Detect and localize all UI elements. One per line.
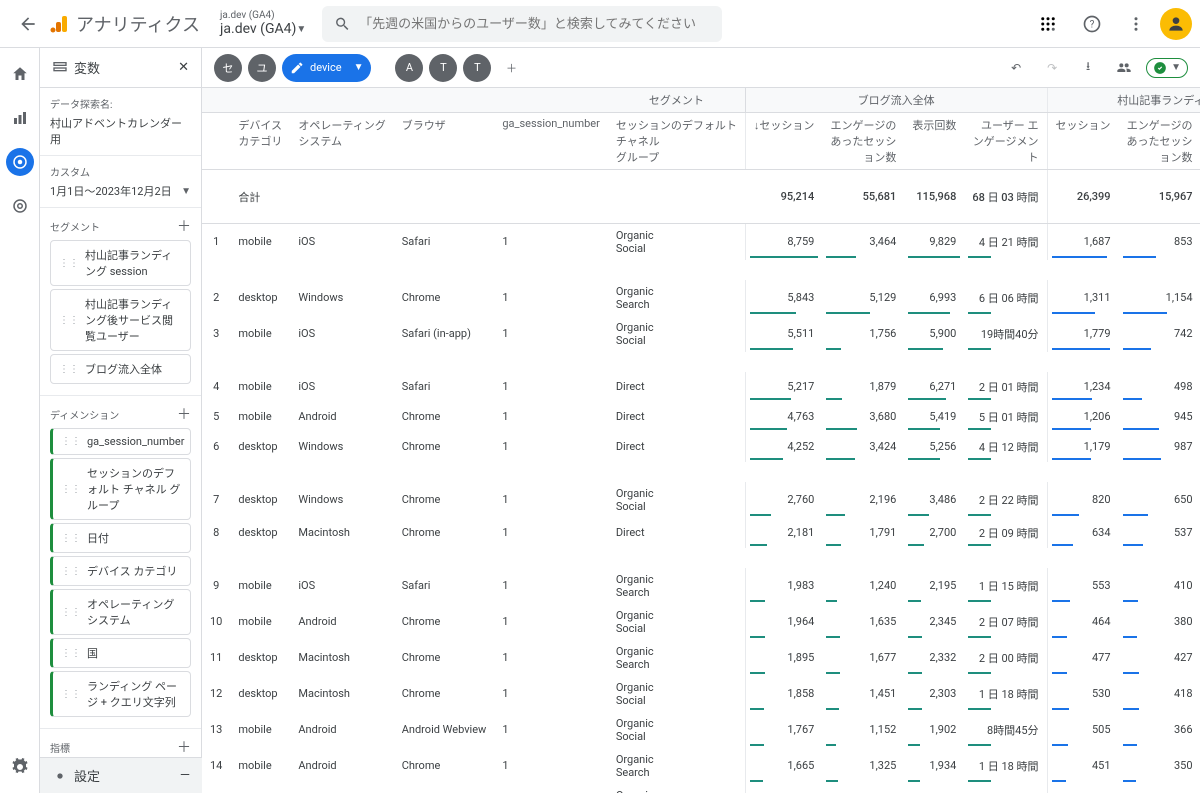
- chevron-down-icon: ▼: [354, 62, 364, 73]
- apps-icon[interactable]: [1028, 4, 1068, 44]
- table-row[interactable]: 2desktopWindowsChrome1OrganicSearch5,843…: [202, 280, 1200, 316]
- table-row[interactable]: 10mobileAndroidChrome1OrganicSocial1,964…: [202, 604, 1200, 640]
- chip[interactable]: ⋮⋮国: [50, 638, 191, 668]
- topbar: アナリティクス ja.dev (GA4) ja.dev (GA4) ▼ ?: [0, 0, 1200, 48]
- drag-handle-icon: ⋮⋮: [61, 484, 81, 495]
- table-row[interactable]: 12desktopMacintoshChrome1OrganicSocial1,…: [202, 676, 1200, 712]
- download-icon[interactable]: ⭳: [1074, 54, 1102, 82]
- drag-handle-icon: ⋮⋮: [59, 364, 79, 375]
- close-icon[interactable]: ✕: [178, 60, 189, 75]
- table-row[interactable]: 1mobileiOSSafari1OrganicSocial8,7593,464…: [202, 224, 1200, 260]
- gear-icon: [52, 768, 68, 784]
- exploration-name-section: データ探索名: 村山アドベントカレンダー用: [40, 88, 201, 156]
- chip[interactable]: ⋮⋮デバイス カテゴリ: [50, 556, 191, 586]
- chip[interactable]: ⋮⋮日付: [50, 523, 191, 553]
- table-row[interactable]: 7desktopWindowsChrome1OrganicSocial2,760…: [202, 482, 1200, 518]
- drag-handle-icon: ⋮⋮: [59, 258, 79, 269]
- undo-icon[interactable]: ↶: [1002, 54, 1030, 82]
- segments-section: セグメント＋ ⋮⋮村山記事ランディング session⋮⋮村山記事ランディング後…: [40, 208, 201, 396]
- drag-handle-icon: ⋮⋮: [61, 533, 81, 544]
- svg-text:?: ?: [1090, 19, 1095, 30]
- table-row[interactable]: 3mobileiOSSafari (in-app)1OrganicSocial5…: [202, 316, 1200, 352]
- drag-handle-icon: ⋮⋮: [61, 648, 81, 659]
- table-row[interactable]: 4mobileiOSSafari1Direct5,2171,8796,2712 …: [202, 372, 1200, 402]
- chip[interactable]: ⋮⋮ga_session_number: [50, 428, 191, 455]
- redo-icon[interactable]: ↷: [1038, 54, 1066, 82]
- topbar-right: ?: [1028, 4, 1192, 44]
- search-icon: [334, 15, 351, 33]
- device-pill[interactable]: device ▼: [282, 54, 371, 82]
- pencil-icon: [290, 61, 304, 75]
- nav-reports[interactable]: [6, 104, 34, 132]
- add-segment-button[interactable]: ＋: [177, 216, 191, 236]
- add-metric-button[interactable]: ＋: [177, 737, 191, 757]
- collapse-icon[interactable]: —: [180, 768, 190, 783]
- chip[interactable]: ⋮⋮ブログ流入全体: [50, 354, 191, 384]
- table-row[interactable]: 15mobileiOSChrome1OrganicSearch1,5831,04…: [202, 784, 1200, 793]
- letter-pill-t1[interactable]: T: [429, 54, 457, 82]
- table-row[interactable]: 14mobileAndroidChrome1OrganicSearch1,665…: [202, 748, 1200, 784]
- date-range-section[interactable]: カスタム 1月1日～2023年12月2日▼: [40, 156, 201, 208]
- report-toolbar: セ ユ device ▼ A T T ＋ ↶ ↷ ⭳ ▼: [202, 48, 1200, 88]
- letter-pill-a[interactable]: A: [395, 54, 423, 82]
- dimensions-section: ディメンション＋ ⋮⋮ga_session_number⋮⋮セッションのデフォル…: [40, 396, 201, 729]
- chip[interactable]: ⋮⋮村山記事ランディング session: [50, 240, 191, 286]
- ga-logo: アナリティクス: [48, 11, 200, 37]
- segment-pill-1[interactable]: セ: [214, 54, 242, 82]
- status-check[interactable]: ▼: [1146, 58, 1188, 78]
- nav-settings[interactable]: [6, 753, 34, 781]
- chip[interactable]: ⋮⋮セッションのデフォルト チャネル グループ: [50, 458, 191, 520]
- letter-pill-t2[interactable]: T: [463, 54, 491, 82]
- table-row[interactable]: 11desktopMacintoshChrome1OrganicSearch1,…: [202, 640, 1200, 676]
- add-tab-button[interactable]: ＋: [497, 54, 525, 82]
- nav-rail: [0, 48, 40, 793]
- variables-panel: 変数 ✕ データ探索名: 村山アドベントカレンダー用 カスタム 1月1日～202…: [40, 48, 202, 793]
- settings-panel-header[interactable]: 設定 —: [40, 757, 202, 793]
- drag-handle-icon: ⋮⋮: [59, 315, 79, 326]
- back-icon[interactable]: [8, 4, 48, 44]
- nav-ads[interactable]: [6, 192, 34, 220]
- more-icon[interactable]: [1116, 4, 1156, 44]
- nav-home[interactable]: [6, 60, 34, 88]
- app-title: アナリティクス: [76, 11, 200, 37]
- variables-icon: [52, 60, 68, 76]
- table-row[interactable]: 6desktopWindowsChrome1Direct4,2523,4245,…: [202, 432, 1200, 462]
- table-row[interactable]: 9mobileiOSSafari1OrganicSearch1,9831,240…: [202, 568, 1200, 604]
- report-area: セ ユ device ▼ A T T ＋ ↶ ↷ ⭳ ▼ セグメントブログ流入全…: [202, 48, 1200, 793]
- nav-explore[interactable]: [6, 148, 34, 176]
- table-row[interactable]: 5mobileAndroidChrome1Direct4,7633,6805,4…: [202, 402, 1200, 432]
- avatar[interactable]: [1160, 8, 1192, 40]
- drag-handle-icon: ⋮⋮: [61, 566, 81, 577]
- data-table[interactable]: セグメントブログ流入全体村山記事ランディングsessionデバイスカテゴリオペレ…: [202, 88, 1200, 793]
- chevron-down-icon: ▼: [181, 186, 191, 197]
- segment-pill-2[interactable]: ユ: [248, 54, 276, 82]
- chevron-down-icon: ▼: [296, 24, 306, 35]
- chip[interactable]: ⋮⋮ランディング ページ + クエリ文字列: [50, 671, 191, 717]
- variables-header: 変数 ✕: [40, 48, 201, 88]
- table-row[interactable]: 8desktopMacintoshChrome1Direct2,1811,791…: [202, 518, 1200, 548]
- add-dimension-button[interactable]: ＋: [177, 404, 191, 424]
- property-selector[interactable]: ja.dev (GA4) ja.dev (GA4) ▼: [220, 10, 306, 37]
- chip[interactable]: ⋮⋮オペレーティング システム: [50, 589, 191, 635]
- help-icon[interactable]: ?: [1072, 4, 1112, 44]
- share-icon[interactable]: [1110, 54, 1138, 82]
- chip[interactable]: ⋮⋮村山記事ランディング後サービス閲覧ユーザー: [50, 289, 191, 351]
- drag-handle-icon: ⋮⋮: [61, 607, 81, 618]
- search-input[interactable]: [322, 6, 722, 42]
- drag-handle-icon: ⋮⋮: [61, 689, 81, 700]
- table-row[interactable]: 13mobileAndroidAndroid Webview1OrganicSo…: [202, 712, 1200, 748]
- drag-handle-icon: ⋮⋮: [61, 436, 81, 447]
